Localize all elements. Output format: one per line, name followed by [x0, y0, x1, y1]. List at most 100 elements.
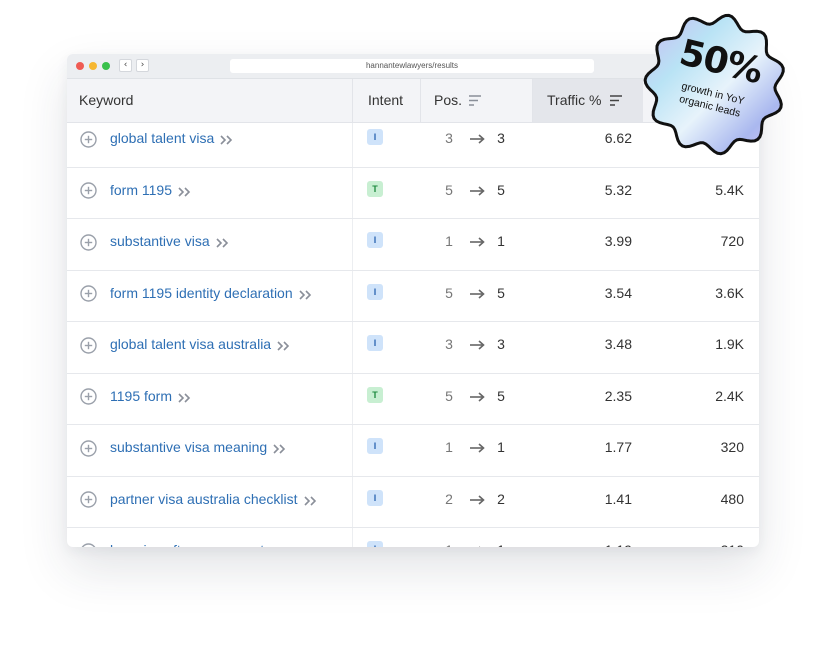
current-position: 5	[497, 181, 505, 198]
keyword-link[interactable]: substantive visa	[110, 233, 210, 249]
arrow-right-icon	[470, 443, 485, 453]
intent-badge: I	[367, 283, 383, 300]
address-bar[interactable]: hannantewlawyers/results	[230, 59, 594, 73]
traffic-percent: 1.19	[572, 542, 632, 547]
search-volume: 480	[720, 490, 744, 507]
column-divider	[420, 79, 421, 122]
add-keyword-icon[interactable]	[80, 285, 97, 302]
intent-badge: I	[367, 541, 383, 547]
traffic-percent: 1.41	[604, 490, 632, 507]
keyword-link[interactable]: 1195 form	[110, 388, 172, 404]
add-keyword-icon[interactable]	[80, 439, 97, 457]
add-keyword-icon[interactable]	[80, 336, 97, 354]
chevron-double-right-icon[interactable]	[299, 289, 313, 300]
current-position: 3	[497, 336, 505, 352]
table-row: form 1195 T 5 5 5.32 5.4K	[67, 168, 759, 219]
table-row: form 1195 identity declaration I 5 5 3.54 3.6…	[67, 271, 759, 322]
current-position: 5	[497, 387, 505, 404]
previous-position: 2	[445, 490, 453, 507]
previous-position: 1	[442, 542, 456, 547]
traffic-percent: 3.48	[604, 336, 632, 352]
table-row: 1195 form T 5 5 2.35 2.4K	[67, 374, 759, 425]
add-keyword-icon[interactable]	[80, 542, 97, 548]
sort-icon[interactable]	[468, 79, 482, 122]
traffic-percent: 1.77	[604, 439, 632, 455]
arrow-right-icon	[470, 340, 485, 350]
current-position: 1	[494, 542, 508, 547]
column-divider	[532, 79, 533, 122]
search-volume: 2.4K	[715, 387, 744, 404]
keyword-column-header[interactable]: Keyword	[79, 79, 133, 122]
chevron-double-right-icon[interactable]	[304, 495, 318, 506]
table-row: substantive visa I 1 1 3.99 720	[67, 219, 759, 271]
intent-badge: I	[367, 489, 383, 506]
arrow-right-icon	[470, 391, 485, 402]
chevron-double-right-icon[interactable]	[178, 186, 192, 197]
previous-position: 3	[445, 336, 453, 352]
arrow-right-icon	[470, 237, 485, 247]
search-volume: 1.9K	[715, 336, 744, 352]
table-row: bca visa after permanent I 1 1 1.19 210	[67, 528, 759, 547]
arrow-right-icon	[470, 288, 485, 299]
add-keyword-icon[interactable]	[80, 491, 97, 508]
table-row: substantive visa meaning I 1 1 1.77 320	[67, 425, 759, 477]
keyword-link[interactable]: bca visa after permanent	[110, 542, 264, 547]
intent-badge: I	[367, 129, 383, 145]
keyword-link[interactable]: global talent visa australia	[110, 336, 271, 352]
close-window-dot[interactable]	[76, 62, 84, 70]
traffic-percent: 5.32	[604, 181, 632, 198]
current-position: 1	[497, 233, 505, 249]
search-volume: 5.4K	[715, 181, 744, 198]
keyword-link[interactable]: global talent visa	[110, 130, 214, 146]
keyword-link[interactable]: partner visa australia checklist	[110, 491, 298, 507]
chevron-double-right-icon[interactable]	[178, 392, 192, 403]
add-keyword-icon[interactable]	[80, 182, 97, 199]
chevron-double-right-icon[interactable]	[277, 341, 291, 351]
current-position: 2	[497, 490, 505, 507]
chevron-double-right-icon[interactable]	[220, 135, 234, 145]
previous-position: 5	[445, 387, 453, 404]
previous-position: 5	[445, 181, 453, 198]
keyword-link[interactable]: form 1195 identity declaration	[110, 285, 293, 301]
back-button[interactable]: ‹	[119, 59, 132, 72]
add-keyword-icon[interactable]	[80, 233, 97, 251]
position-column-header[interactable]: Pos.	[434, 79, 462, 122]
traffic-percent: 2.35	[604, 387, 632, 404]
intent-badge: I	[367, 438, 383, 454]
keyword-table-body: global talent visa I 3 3 6.62 form 1195 T 5 5 5.3…	[67, 123, 759, 547]
keyword-link[interactable]: substantive visa meaning	[110, 439, 267, 455]
current-position: 3	[497, 130, 505, 146]
add-keyword-icon[interactable]	[80, 130, 97, 148]
search-volume: 3.6K	[715, 284, 744, 301]
chevron-double-right-icon[interactable]	[216, 238, 230, 248]
intent-badge: T	[367, 180, 383, 197]
intent-badge: I	[367, 232, 383, 248]
keyword-link[interactable]: form 1195	[110, 182, 172, 198]
table-row: global talent visa australia I 3 3 3.48 1.9K	[67, 322, 759, 374]
traffic-percent: 3.54	[604, 284, 632, 301]
previous-position: 1	[445, 439, 453, 455]
search-volume: 210	[684, 542, 744, 547]
previous-position: 5	[445, 284, 453, 301]
traffic-percent: 3.99	[604, 233, 632, 249]
current-position: 1	[497, 439, 505, 455]
arrow-right-icon	[470, 185, 485, 196]
intent-column-header[interactable]: Intent	[368, 79, 403, 122]
maximize-window-dot[interactable]	[102, 62, 110, 70]
sort-icon[interactable]	[609, 79, 623, 122]
current-position: 5	[497, 284, 505, 301]
previous-position: 1	[445, 233, 453, 249]
add-keyword-icon[interactable]	[80, 388, 97, 405]
intent-badge: T	[367, 386, 383, 403]
previous-position: 3	[445, 130, 453, 146]
arrow-right-icon	[479, 546, 481, 547]
intent-badge: I	[367, 335, 383, 351]
forward-button[interactable]: ›	[136, 59, 149, 72]
minimize-window-dot[interactable]	[89, 62, 97, 70]
search-volume: 320	[720, 439, 744, 455]
traffic-column-header[interactable]: Traffic %	[547, 79, 601, 122]
arrow-right-icon	[470, 134, 485, 144]
chevron-double-right-icon[interactable]	[273, 444, 287, 454]
arrow-right-icon	[470, 494, 485, 505]
search-volume: 720	[720, 233, 744, 249]
